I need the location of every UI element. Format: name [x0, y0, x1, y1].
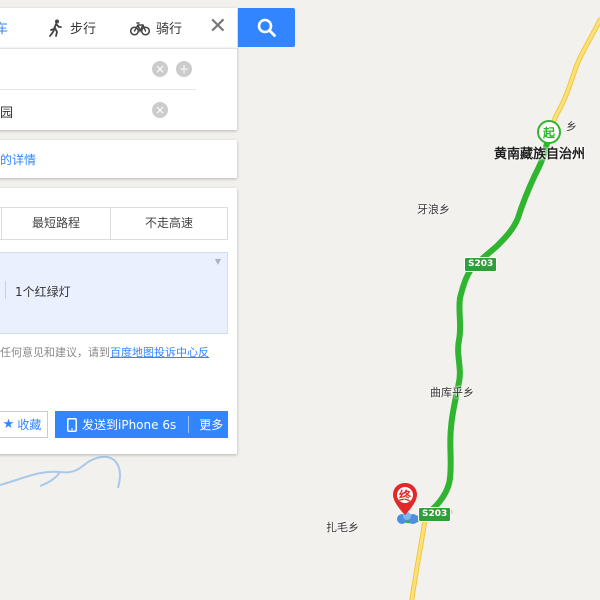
walk-icon	[49, 19, 62, 37]
end-marker[interactable]: 终	[392, 482, 418, 516]
star-icon: ★	[2, 417, 15, 432]
end-input-value: 园	[0, 106, 14, 121]
details-panel: 的详情	[0, 140, 237, 178]
send-to-phone-label: 发送到iPhone 6s	[82, 418, 177, 432]
tab-drive[interactable]: 驾车	[0, 18, 8, 37]
favorite-label: 收藏	[17, 418, 42, 432]
search-icon	[257, 18, 276, 37]
tab-walk-label: 步行	[70, 22, 97, 37]
pref-tab-no-highway-label: 不走高速	[144, 216, 193, 230]
close-icon[interactable]: ✕	[209, 16, 227, 38]
route-preference-tabs: 最短路程 不走高速	[0, 207, 228, 240]
divider	[5, 281, 6, 299]
details-link[interactable]: 的详情	[0, 151, 36, 168]
tab-walk[interactable]: 步行	[48, 18, 96, 37]
map-place-label: 乡	[566, 120, 577, 133]
transport-mode-tabs: 驾车 步行 骑行 ✕	[0, 8, 237, 48]
tab-drive-label: 驾车	[0, 22, 9, 37]
traffic-light-count: 1个红绿灯	[15, 285, 71, 299]
pref-tab-shortest[interactable]: 最短路程	[2, 208, 111, 239]
expand-triangle-icon[interactable]: ▼	[215, 257, 221, 266]
feedback-prefix: 任何意见和建议，请到	[0, 346, 110, 359]
search-button[interactable]	[238, 8, 295, 47]
tab-bike[interactable]: 骑行	[130, 18, 182, 37]
send-to-phone-button[interactable]: 发送到iPhone 6s 更多	[55, 411, 228, 438]
map-place-label: 牙浪乡	[417, 203, 450, 216]
feedback-text: 任何意见和建议，请到百度地图投诉中心反	[0, 345, 230, 361]
more-button[interactable]: 更多	[199, 416, 223, 433]
pref-tab-no-highway[interactable]: 不走高速	[111, 208, 227, 239]
map-place-label-prefecture: 黄南藏族自治州	[494, 147, 586, 162]
pref-tab-shortest-label: 最短路程	[31, 216, 80, 230]
bike-icon	[130, 21, 150, 36]
start-marker[interactable]: 起	[537, 120, 561, 144]
phone-icon	[67, 417, 77, 432]
road-shield: S203	[464, 257, 498, 272]
road-shield: S203	[418, 507, 452, 522]
end-marker-label: 终	[399, 489, 412, 503]
route-summary-card[interactable]: 1个红绿灯 ▼	[0, 252, 228, 334]
clear-start-icon[interactable]: ×	[152, 61, 168, 77]
add-waypoint-icon[interactable]: +	[176, 61, 192, 77]
map-place-label: 曲库乎乡	[430, 386, 474, 399]
favorite-button[interactable]: ★ 收藏	[0, 411, 48, 438]
route-result-panel: 最短路程 不走高速 1个红绿灯 ▼ 任何意见和建议，请到百度地图投诉中心反 ★ …	[0, 188, 237, 454]
complaint-center-link[interactable]: 百度地图投诉中心反	[110, 346, 209, 359]
map-place-label: 扎毛乡	[326, 521, 359, 534]
tab-bike-label: 骑行	[156, 22, 183, 37]
start-marker-label: 起	[542, 125, 555, 140]
divider	[188, 416, 190, 433]
route-inputs: × + 园 ×	[0, 48, 237, 130]
clear-end-icon[interactable]: ×	[152, 102, 168, 118]
